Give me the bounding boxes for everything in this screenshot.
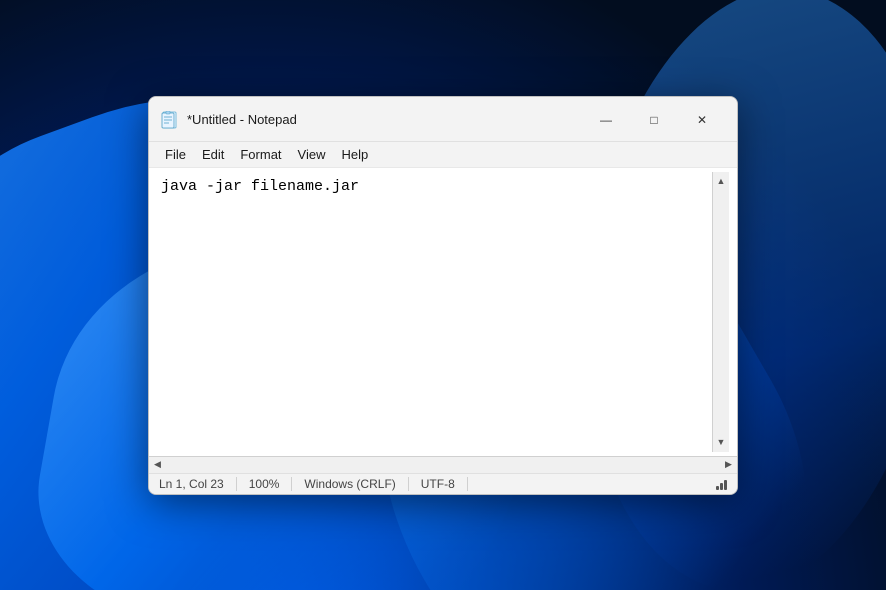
signal-bar-2 [720, 483, 723, 490]
status-bar: Ln 1, Col 23 100% Windows (CRLF) UTF-8 [149, 473, 737, 494]
signal-bar-1 [716, 486, 719, 490]
scroll-right-arrow[interactable]: ▶ [720, 456, 737, 473]
menu-edit[interactable]: Edit [194, 144, 232, 165]
maximize-button[interactable]: □ [631, 105, 677, 135]
status-encoding: UTF-8 [409, 477, 468, 491]
window-title: *Untitled - Notepad [187, 112, 297, 127]
title-bar-controls: — □ ✕ [583, 105, 725, 135]
scroll-down-arrow[interactable]: ▼ [714, 435, 729, 450]
scroll-up-arrow[interactable]: ▲ [714, 174, 729, 189]
menu-file[interactable]: File [157, 144, 194, 165]
menu-help[interactable]: Help [333, 144, 376, 165]
close-button[interactable]: ✕ [679, 105, 725, 135]
scrollbar-h-track[interactable] [166, 457, 720, 473]
menu-bar: File Edit Format View Help [149, 142, 737, 168]
menu-view[interactable]: View [290, 144, 334, 165]
status-bar-right [716, 478, 727, 490]
editor-container: java -jar filename.jar ▲ ▼ [149, 168, 737, 456]
editor-textarea[interactable]: java -jar filename.jar [157, 172, 712, 452]
notepad-app-icon [161, 111, 179, 129]
status-zoom: 100% [237, 477, 293, 491]
menu-format[interactable]: Format [232, 144, 289, 165]
title-bar: *Untitled - Notepad — □ ✕ [149, 97, 737, 142]
scroll-left-arrow[interactable]: ◀ [149, 456, 166, 473]
horizontal-scrollbar[interactable]: ◀ ▶ [149, 456, 737, 473]
minimize-button[interactable]: — [583, 105, 629, 135]
status-line-ending: Windows (CRLF) [292, 477, 408, 491]
notepad-window: *Untitled - Notepad — □ ✕ File Edit Form… [148, 96, 738, 495]
status-position: Ln 1, Col 23 [159, 477, 237, 491]
vertical-scrollbar[interactable]: ▲ ▼ [712, 172, 729, 452]
signal-bar-3 [724, 480, 727, 490]
signal-icon [716, 478, 727, 490]
title-bar-left: *Untitled - Notepad [161, 111, 297, 129]
